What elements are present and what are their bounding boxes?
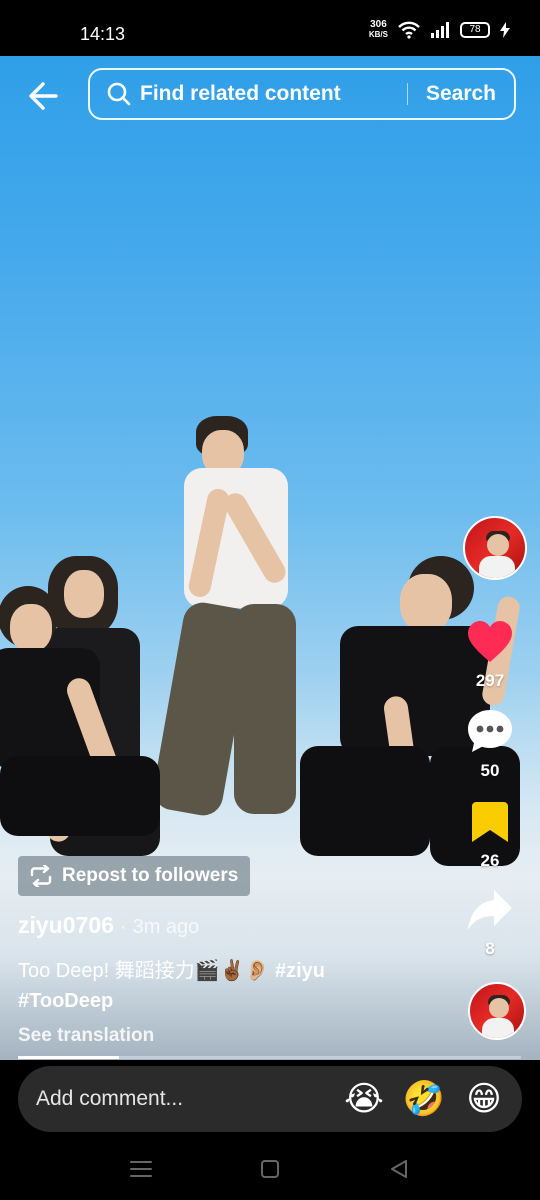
save-button[interactable]: 26: [460, 800, 520, 871]
status-bar: 14:13 306 KB/S 78: [0, 0, 540, 56]
network-speed-value: 306: [370, 19, 387, 30]
charging-icon: [500, 22, 510, 38]
network-speed-unit: KB/S: [368, 30, 388, 39]
comment-button[interactable]: 50: [460, 708, 520, 781]
hashtag-ziyu[interactable]: #ziyu: [275, 960, 325, 982]
save-count: 26: [480, 851, 500, 870]
search-bar[interactable]: Find related content Search: [88, 68, 516, 120]
comment-input[interactable]: Add comment...: [36, 1087, 334, 1111]
see-translation-link[interactable]: See translation: [18, 1025, 154, 1047]
avatar[interactable]: [463, 516, 527, 580]
video-progress-fill: [18, 1056, 119, 1059]
sound-disc[interactable]: [468, 982, 526, 1040]
system-nav-bar: [0, 1140, 540, 1200]
author-line: ziyu0706 · 3m ago: [18, 912, 199, 939]
share-arrow-icon[interactable]: [466, 888, 514, 932]
bookmark-icon[interactable]: [470, 800, 510, 844]
author-avatar-button[interactable]: [462, 516, 528, 580]
video-progress-bar[interactable]: [18, 1056, 521, 1059]
like-count: 297: [475, 671, 505, 690]
wifi-icon: [398, 21, 420, 39]
hashtag-toodeep[interactable]: #TooDeep: [18, 990, 113, 1012]
arrow-left-icon[interactable]: [26, 78, 66, 114]
emoji-rofl-button[interactable]: 🤣: [394, 1079, 454, 1119]
dancer-left-front: [0, 586, 170, 876]
share-button[interactable]: 8: [460, 888, 520, 959]
signal-icon: [431, 22, 449, 38]
menu-lines-icon[interactable]: [126, 1154, 156, 1184]
comment-bar[interactable]: Add comment... 😭 🤣 😁: [18, 1066, 522, 1132]
status-icons: 306 KB/S 78: [369, 20, 510, 40]
repost-label: Repost to followers: [62, 865, 239, 886]
battery-indicator: 78: [460, 22, 490, 38]
repost-button[interactable]: Repost to followers: [18, 856, 251, 896]
caption: Too Deep! 舞蹈接力🎬✌🏾👂🏼 #ziyu #TooDeep: [18, 956, 448, 1016]
search-input[interactable]: Find related content: [140, 82, 407, 106]
video-player[interactable]: [0, 56, 540, 1060]
search-icon: [107, 82, 131, 106]
triangle-back-icon[interactable]: [384, 1154, 414, 1184]
sound-disc-button[interactable]: [466, 982, 528, 1040]
comment-bubble-icon[interactable]: [466, 708, 514, 754]
heart-icon[interactable]: [466, 620, 514, 664]
like-button[interactable]: 297: [460, 620, 520, 691]
share-count: 8: [485, 939, 495, 958]
post-time: 3m ago: [132, 916, 200, 938]
comment-count: 50: [480, 761, 500, 780]
author-name[interactable]: ziyu0706: [18, 912, 114, 939]
search-button[interactable]: Search: [408, 82, 514, 106]
caption-text: Too Deep! 舞蹈接力🎬✌🏾👂🏼: [18, 960, 270, 982]
status-time: 14:13: [80, 24, 126, 44]
network-speed: 306 KB/S: [369, 20, 388, 40]
square-icon[interactable]: [255, 1154, 285, 1184]
emoji-crying-button[interactable]: 😭: [334, 1079, 394, 1119]
repost-icon: [30, 865, 52, 887]
emoji-grin-button[interactable]: 😁: [454, 1079, 514, 1119]
separator: ·: [119, 916, 127, 938]
